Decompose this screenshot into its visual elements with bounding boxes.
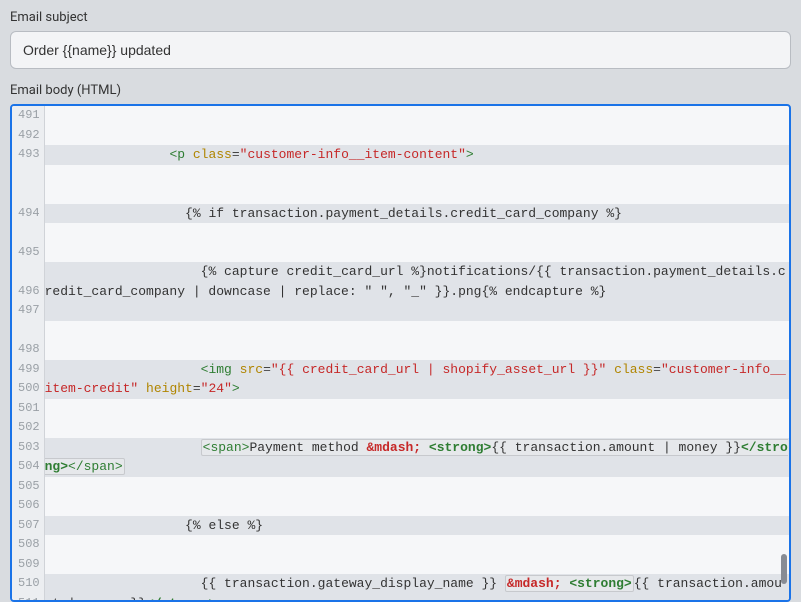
code-line: <img src="{{ credit_card_url | shopify_a… xyxy=(45,360,789,399)
scrollbar-thumb[interactable] xyxy=(781,554,787,584)
email-subject-input[interactable] xyxy=(10,31,791,69)
code-line: {{ transaction.gateway_display_name }} &… xyxy=(45,574,789,600)
code-line: <p class="customer-info__item-content"> xyxy=(45,145,789,165)
code-content[interactable]: <p class="customer-info__item-content"> … xyxy=(45,106,789,600)
code-line: {% else %} xyxy=(45,516,789,536)
email-subject-label: Email subject xyxy=(10,10,791,25)
line-number-gutter: 491 492 493 494 495 496 497 498 499 500 … xyxy=(12,106,45,600)
code-line: {% if transaction.payment_details.credit… xyxy=(45,204,789,224)
code-line: <span>Payment method &mdash; <strong>{{ … xyxy=(45,438,789,477)
email-body-label: Email body (HTML) xyxy=(10,83,791,98)
email-body-editor[interactable]: 491 492 493 494 495 496 497 498 499 500 … xyxy=(10,104,791,602)
code-line: {% capture credit_card_url %}notificatio… xyxy=(45,262,789,321)
